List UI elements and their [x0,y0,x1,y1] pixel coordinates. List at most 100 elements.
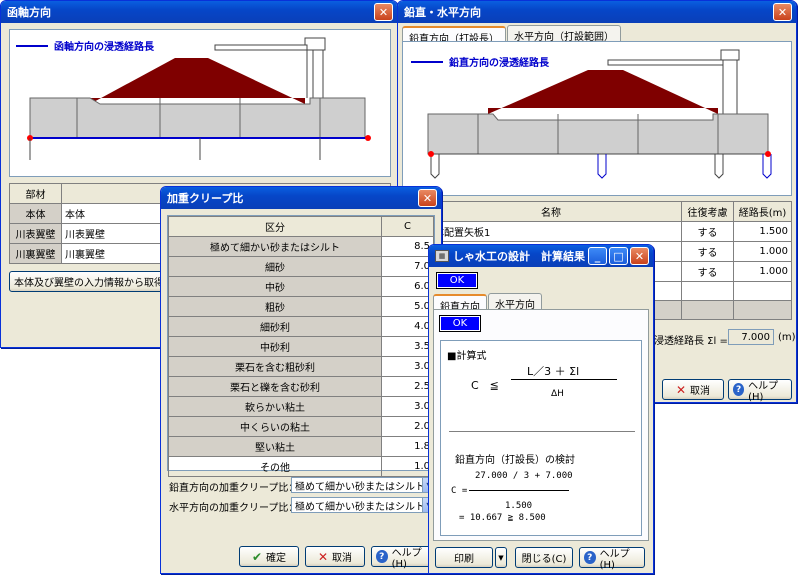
maximize-button[interactable]: □ [609,247,628,265]
print-dropdown-button[interactable]: ▼ [495,547,507,568]
table-row[interactable]: 細砂 7.0 [168,256,434,277]
vertical-diagram [427,49,772,179]
table-row[interactable]: 中砂利 3.5 [168,336,434,357]
close-button[interactable]: ✕ [418,189,437,207]
formula-numerator: L／3 ＋ Σl [527,365,580,378]
table-row[interactable]: その他 1.0 [168,456,434,477]
creep-table: 区分 C 極めて細かい砂またはシルト 8.5 細砂 7.0 中砂 6.0 粗砂 5.0 細砂利 4… [168,216,434,477]
titlebar: ▦ しゃ水工の設計 計算結果 _ □ ✕ [429,245,653,267]
titlebar: 加重クリープ比 ✕ [161,187,441,209]
header-name: 名称 [420,201,682,222]
calc-fraction-line [469,490,569,491]
header-member: 部材 [9,183,62,204]
ok-indicator-2[interactable]: OK [439,315,481,332]
soil-category: その他 [168,456,382,477]
cancel-button[interactable]: ✕ 取消 [662,379,724,400]
close-dialog-button[interactable]: 閉じる(C) [515,547,573,568]
creep-value[interactable]: 2.0 [381,416,434,437]
cancel-button[interactable]: ✕ 取消 [305,546,365,567]
soil-category: 堅い粘土 [168,436,382,457]
result-tab-panel: OK ■計算式 C ≦ L／3 ＋ Σl ΔH 鉛直方向（打設長）の検討 27.… [433,309,649,541]
help-icon: ? [376,550,388,563]
table-row[interactable]: 軟らかい粘土 3.0 [168,396,434,417]
soil-category: 中くらいの粘土 [168,416,382,437]
vertical-creep-select[interactable]: 極めて細かい砂またはシルト ▼ [291,477,437,493]
formula-title: ■計算式 [447,351,487,362]
help-icon: ? [584,551,596,564]
table-row[interactable]: 細砂利 4.0 [168,316,434,337]
horizontal-creep-label: 水平方向の加重クリープ比： [169,503,299,514]
creep-value[interactable]: 7.0 [381,256,434,277]
creep-value[interactable]: 5.0 [381,296,434,317]
ok-indicator[interactable]: OK [436,272,478,289]
fetch-from-input-button[interactable]: 本体及び翼壁の入力情報から取得 [9,271,169,292]
soil-category: 細砂利 [168,316,382,337]
header-category: 区分 [168,216,382,237]
soil-category: 細砂 [168,256,382,277]
vertical-creep-label: 鉛直方向の加重クリープ比： [169,483,299,494]
table-row[interactable]: 中くらいの粘土 2.0 [168,416,434,437]
soil-category: 極めて細かい砂またはシルト [168,236,382,257]
creep-value[interactable]: 3.5 [381,336,434,357]
creep-value[interactable]: 1.8 [381,436,434,457]
creep-value[interactable]: 8.5 [381,236,434,257]
calc-denominator: 1.500 [505,501,533,511]
close-button[interactable]: ✕ [374,3,393,21]
fraction-line [511,379,617,380]
x-icon: ✕ [317,549,329,564]
soil-category: 軟らかい粘土 [168,396,382,417]
diagram-panel: 函軸方向の浸透経路長 [9,29,391,177]
window-title: 加重クリープ比 [167,192,244,205]
calc-numerator: 27.000 / 3 + 7.000 [475,471,573,481]
sum-value: 7.000 [728,329,774,345]
calc-c: C = [451,486,468,496]
calc-result: = 10.667 ≧ 8.500 [459,513,546,523]
table-row[interactable]: 中砂 6.0 [168,276,434,297]
help-button[interactable]: ? ヘルプ(H) [579,547,645,571]
soil-category: 栗石を含む粗砂利 [168,356,382,377]
table-row[interactable]: 粗砂 5.0 [168,296,434,317]
axis-diagram [27,37,371,160]
horizontal-creep-select[interactable]: 極めて細かい砂またはシルト ▼ [291,497,437,513]
formula-denominator: ΔH [551,389,564,399]
close-button[interactable]: ✕ [630,247,649,265]
creep-value[interactable]: 1.0 [381,456,434,477]
x-icon: ✕ [675,382,687,397]
table-row[interactable]: 栗石と礫を含む砂利 2.5 [168,376,434,397]
window-title: しゃ水工の設計 計算結果 [453,250,585,263]
result-text-panel: ■計算式 C ≦ L／3 ＋ Σl ΔH 鉛直方向（打設長）の検討 27.000… [440,340,642,536]
help-button[interactable]: ? ヘルプ(H) [728,379,792,402]
table-row[interactable]: 堅い粘土 1.8 [168,436,434,457]
divider [449,431,635,432]
header-c: C [381,216,434,237]
table-row[interactable]: 極めて細かい砂またはシルト 8.5 [168,236,434,257]
chevron-down-icon: ▼ [498,553,504,562]
soil-category: 中砂利 [168,336,382,357]
creep-value[interactable]: 6.0 [381,276,434,297]
header-path-length: 経路長(m) [733,201,792,222]
formula-c: C ≦ [471,379,499,392]
titlebar: 鉛直・水平方向 ✕ [398,1,796,23]
diagram-panel: 鉛直方向の浸透経路長 [402,41,792,196]
table-row[interactable]: 本体配置矢板1 する 1.500 [402,221,792,242]
confirm-button[interactable]: ✔ 確定 [239,546,299,567]
soil-category: 栗石と礫を含む砂利 [168,376,382,397]
check-icon: ✔ [251,549,263,564]
soil-category: 中砂 [168,276,382,297]
app-icon: ▦ [435,250,449,262]
window-title: 鉛直・水平方向 [404,6,481,19]
creep-value[interactable]: 2.5 [381,376,434,397]
titlebar: 函軸方向 ✕ [1,1,397,23]
minimize-button[interactable]: _ [588,247,607,265]
table-row[interactable]: 栗石を含む粗砂利 3.0 [168,356,434,377]
window-calc-result: ▦ しゃ水工の設計 計算結果 _ □ ✕ OK 鉛直方向 水平方向 OK ■計算式… [428,244,654,574]
creep-table-panel: 区分 C 極めて細かい砂またはシルト 8.5 細砂 7.0 中砂 6.0 粗砂 5.0 細砂利 4… [167,215,435,477]
creep-value[interactable]: 3.0 [381,356,434,377]
print-button[interactable]: 印刷 [435,547,493,568]
creep-value[interactable]: 3.0 [381,396,434,417]
sum-label: 浸透経路長 Σl = [654,336,728,347]
creep-value[interactable]: 4.0 [381,316,434,337]
window-title: 函軸方向 [7,6,51,19]
close-button[interactable]: ✕ [773,3,792,21]
check-title: 鉛直方向（打設長）の検討 [455,455,575,466]
